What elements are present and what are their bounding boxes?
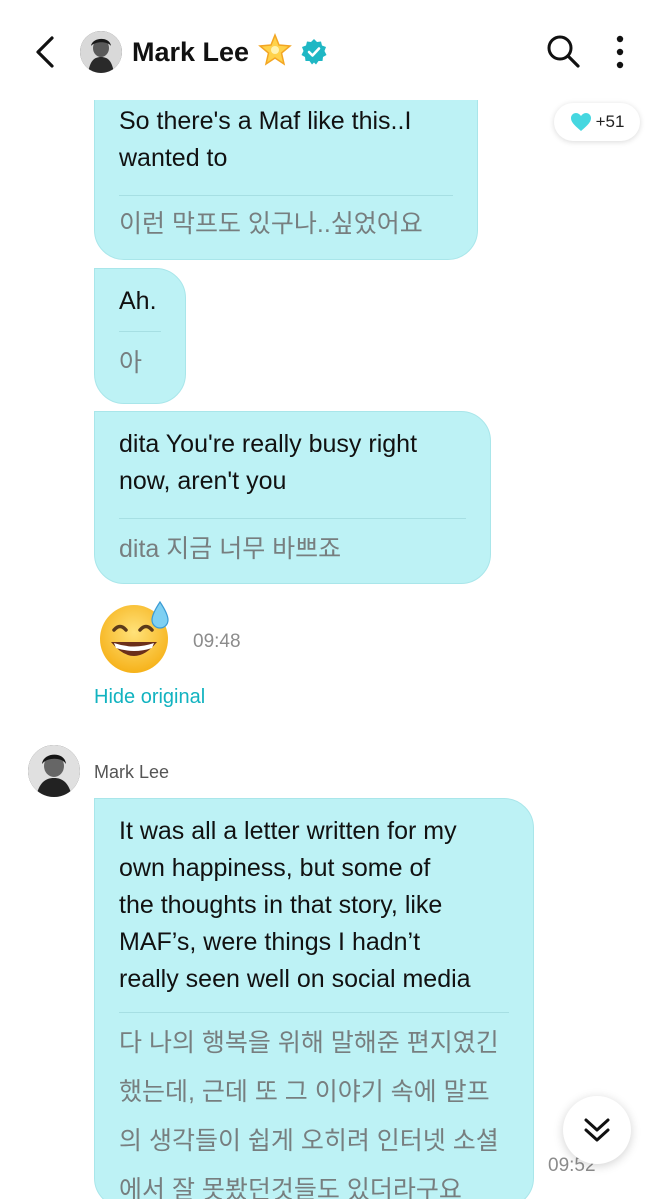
translation-divider xyxy=(119,518,466,519)
search-icon[interactable] xyxy=(544,32,582,70)
message-text: dita You're really busy right xyxy=(119,430,418,458)
avatar[interactable] xyxy=(80,31,122,73)
double-chevron-down-icon xyxy=(584,1118,610,1142)
verified-icon xyxy=(301,39,327,65)
more-icon[interactable] xyxy=(610,32,630,72)
message-timestamp: 09:48 xyxy=(193,631,241,652)
back-icon[interactable] xyxy=(30,32,62,72)
message-text: It was all a letter written for my xyxy=(119,817,457,845)
chat-title[interactable]: Mark Lee xyxy=(132,35,249,69)
message-text: now, aren't you xyxy=(119,467,287,495)
message-text: the thoughts in that story, like xyxy=(119,891,443,919)
star-icon xyxy=(258,33,292,66)
avatar[interactable] xyxy=(28,745,80,797)
chat-header: Mark Lee xyxy=(0,0,658,100)
message-text: So there's a Maf like this..I xyxy=(119,107,412,135)
translation-divider xyxy=(119,1012,509,1013)
message-bubble[interactable]: It was all a letter written for my own h… xyxy=(94,798,534,1199)
original-text: 다 나의 행복을 위해 말해준 편지였긴 xyxy=(119,1029,499,1057)
message-text: wanted to xyxy=(119,144,228,172)
message-bubble[interactable]: dita You're really busy right now, aren'… xyxy=(94,411,491,584)
reaction-badge[interactable]: +51 xyxy=(554,103,640,141)
original-text: 이런 막프도 있구나..싶었어요 xyxy=(119,210,423,238)
message-text: MAF’s, were things I hadn’t xyxy=(119,928,421,956)
original-text: 의 생각들이 쉽게 오히려 인터넷 소셜 xyxy=(119,1127,499,1155)
original-text: 아 xyxy=(119,349,143,377)
original-text: 에서 잘 못봤던것들도 있더라구요 xyxy=(119,1176,462,1199)
original-text: dita 지금 너무 바쁘죠 xyxy=(119,535,342,563)
translation-divider xyxy=(119,331,161,332)
message-bubble[interactable]: Ah. 아 xyxy=(94,268,186,404)
sender-name: Mark Lee xyxy=(94,762,170,782)
reaction-count: +51 xyxy=(595,112,625,131)
message-text: own happiness, but some of xyxy=(119,854,431,882)
message-text: Ah. xyxy=(119,287,157,315)
translation-divider xyxy=(119,195,453,196)
heart-icon xyxy=(570,113,591,131)
message-text: really seen well on social media xyxy=(119,965,471,993)
hide-original-link[interactable]: Hide original xyxy=(94,686,205,709)
scroll-to-bottom-button[interactable] xyxy=(563,1096,631,1164)
original-text: 했는데, 근데 또 그 이야기 속에 말프 xyxy=(119,1078,490,1106)
sweat-smile-emoji[interactable] xyxy=(98,598,176,676)
